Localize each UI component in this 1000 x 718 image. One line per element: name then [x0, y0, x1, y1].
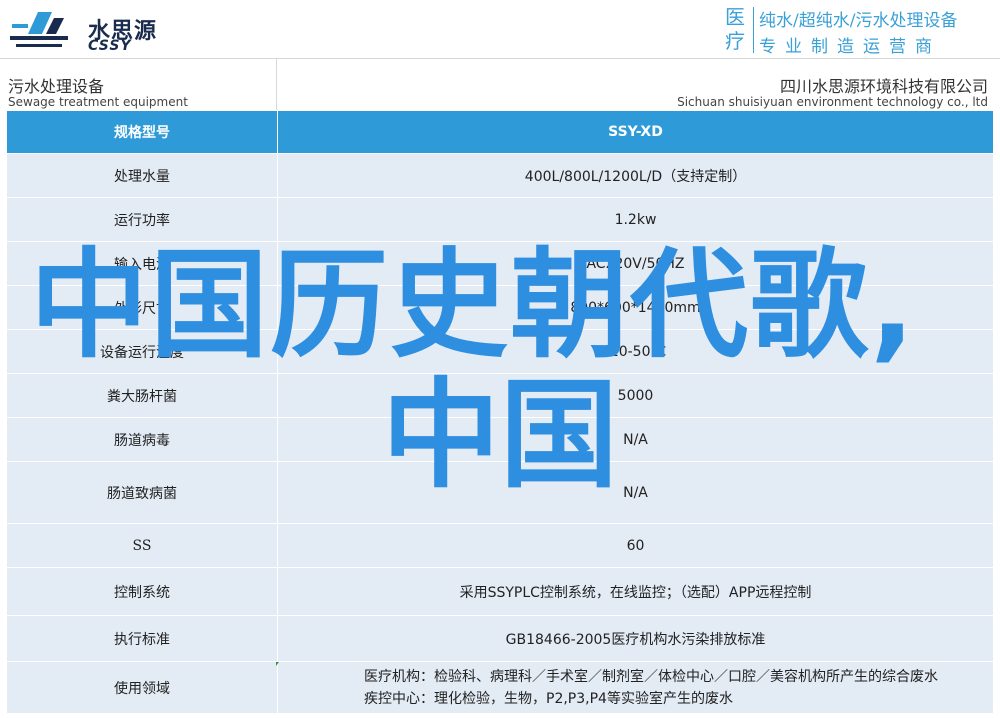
overlay-title-line-1: 中国历史朝代歌, — [30, 236, 917, 374]
spec-value: 采用SSYPLC控制系统，在线监控；（选配）APP远程控制 — [277, 567, 994, 616]
table-row: 执行标准 GB18466-2005医疗机构水污染排放标准 — [6, 615, 994, 662]
product-name-en: Sewage treatment equipment — [8, 95, 188, 109]
spec-value: 400L/800L/1200L/D（支持定制） — [277, 153, 994, 198]
company-logo[interactable]: 水思源 CSSY — [8, 6, 158, 54]
usage-line-1: 医疗机构：检验科、病理科／手术室／制剂室／体检中心／口腔／美容机构所产生的综合废… — [364, 668, 938, 685]
product-name-cn: 污水处理设备 — [8, 77, 105, 96]
water-drop-logo-icon — [10, 12, 68, 47]
spec-value: SSY-XD — [277, 110, 994, 154]
overlay-title-line-2: 中国 — [382, 366, 619, 504]
header-tagline: 医疗 纯水/超纯水/污水处理设备 专业制造运营商 — [725, 5, 997, 57]
category-label: 医疗 — [725, 5, 745, 53]
table-row: 运行功率 1.2kw — [6, 197, 994, 242]
table-row: 控制系统 采用SSYPLC控制系统，在线监控；（选配）APP远程控制 — [6, 567, 994, 616]
spec-label: 处理水量 — [6, 153, 278, 198]
spec-value-multiline: 医疗机构：检验科、病理科／手术室／制剂室／体检中心／口腔／美容机构所产生的综合废… — [277, 661, 994, 714]
spec-value: 1.2kw — [277, 197, 994, 242]
spec-label: 使用领域 — [6, 661, 278, 714]
table-row: 使用领域 医疗机构：检验科、病理科／手术室／制剂室／体检中心／口腔／美容机构所产… — [6, 661, 994, 714]
usage-line-2: 疾控中心：理化检验，生物，P2,P3,P4等实验室产生的废水 — [364, 690, 733, 707]
title-overlay: 中国历史朝代歌, 中国 — [30, 240, 970, 500]
spec-label: 控制系统 — [6, 567, 278, 616]
tagline-divider — [753, 7, 754, 53]
spec-label: 执行标准 — [6, 615, 278, 662]
spec-value: 60 — [277, 523, 994, 568]
product-header-divider — [276, 59, 277, 111]
company-name-en: Sichuan shuisiyuan environment technolog… — [677, 95, 988, 109]
company-name-cn: 四川水思源环境科技有限公司 — [779, 77, 988, 96]
tagline-line-1: 纯水/超纯水/污水处理设备 — [759, 11, 958, 31]
tagline-line-2: 专业制造运营商 — [759, 37, 941, 57]
product-header: 污水处理设备 Sewage treatment equipment 四川水思源环… — [0, 58, 1000, 111]
table-row: SS 60 — [6, 523, 994, 568]
spec-label: SS — [6, 523, 278, 568]
spec-label: 运行功率 — [6, 197, 278, 242]
table-header-row: 规格型号 SSY-XD — [6, 110, 994, 154]
page-header: 水思源 CSSY 医疗 纯水/超纯水/污水处理设备 专业制造运营商 — [0, 0, 1000, 58]
spec-value: GB18466-2005医疗机构水污染排放标准 — [277, 615, 994, 662]
spec-label: 规格型号 — [6, 110, 278, 154]
table-row: 处理水量 400L/800L/1200L/D（支持定制） — [6, 153, 994, 198]
cell-marker — [276, 662, 279, 666]
logo-name-en: CSSY — [88, 38, 132, 54]
